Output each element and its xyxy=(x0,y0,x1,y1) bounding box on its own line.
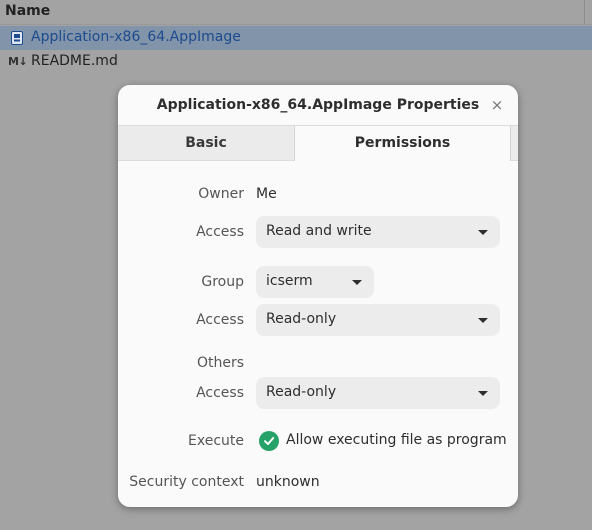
file-list-header: Name xyxy=(0,0,592,25)
tab-basic[interactable]: Basic xyxy=(118,126,294,160)
chevron-down-icon xyxy=(352,280,362,285)
group-value: icserm xyxy=(266,273,313,289)
tab-bar: Basic Permissions xyxy=(118,125,518,161)
execute-checkbox[interactable] xyxy=(259,431,279,451)
security-context-label: Security context xyxy=(129,474,244,490)
execute-option-label[interactable]: Allow executing file as program xyxy=(286,432,507,448)
dialog-title: Application-x86_64.AppImage Properties xyxy=(156,97,480,113)
owner-access-label: Access xyxy=(196,224,244,240)
chevron-down-icon xyxy=(478,391,488,396)
others-access-dropdown[interactable]: Read-only xyxy=(256,377,500,409)
close-icon[interactable]: × xyxy=(486,95,508,117)
chevron-down-icon xyxy=(478,230,488,235)
group-dropdown[interactable]: icserm xyxy=(256,266,374,298)
file-row-appimage[interactable]: Application-x86_64.AppImage xyxy=(0,26,592,50)
chevron-down-icon xyxy=(478,318,488,323)
owner-access-value: Read and write xyxy=(266,223,372,239)
tab-permissions[interactable]: Permissions xyxy=(294,126,511,161)
others-access-value: Read-only xyxy=(266,384,337,400)
checkmark-icon xyxy=(264,437,275,445)
column-header-name[interactable]: Name xyxy=(5,3,50,19)
others-access-label: Access xyxy=(196,385,244,401)
owner-access-dropdown[interactable]: Read and write xyxy=(256,216,500,248)
file-name: README.md xyxy=(31,53,118,69)
execute-label: Execute xyxy=(188,433,244,449)
group-access-dropdown[interactable]: Read-only xyxy=(256,304,500,336)
file-row-readme[interactable]: M↓ README.md xyxy=(0,50,592,74)
executable-file-icon xyxy=(11,31,23,45)
owner-label: Owner xyxy=(198,186,244,202)
file-name: Application-x86_64.AppImage xyxy=(31,29,241,45)
properties-dialog: Application-x86_64.AppImage Properties ×… xyxy=(118,85,518,507)
column-separator xyxy=(584,0,585,24)
owner-value: Me xyxy=(256,186,277,202)
group-access-label: Access xyxy=(196,312,244,328)
others-label: Others xyxy=(196,355,244,371)
security-context-value: unknown xyxy=(256,474,320,490)
group-access-value: Read-only xyxy=(266,311,337,327)
group-label: Group xyxy=(201,274,244,290)
markdown-file-icon: M↓ xyxy=(8,55,28,68)
